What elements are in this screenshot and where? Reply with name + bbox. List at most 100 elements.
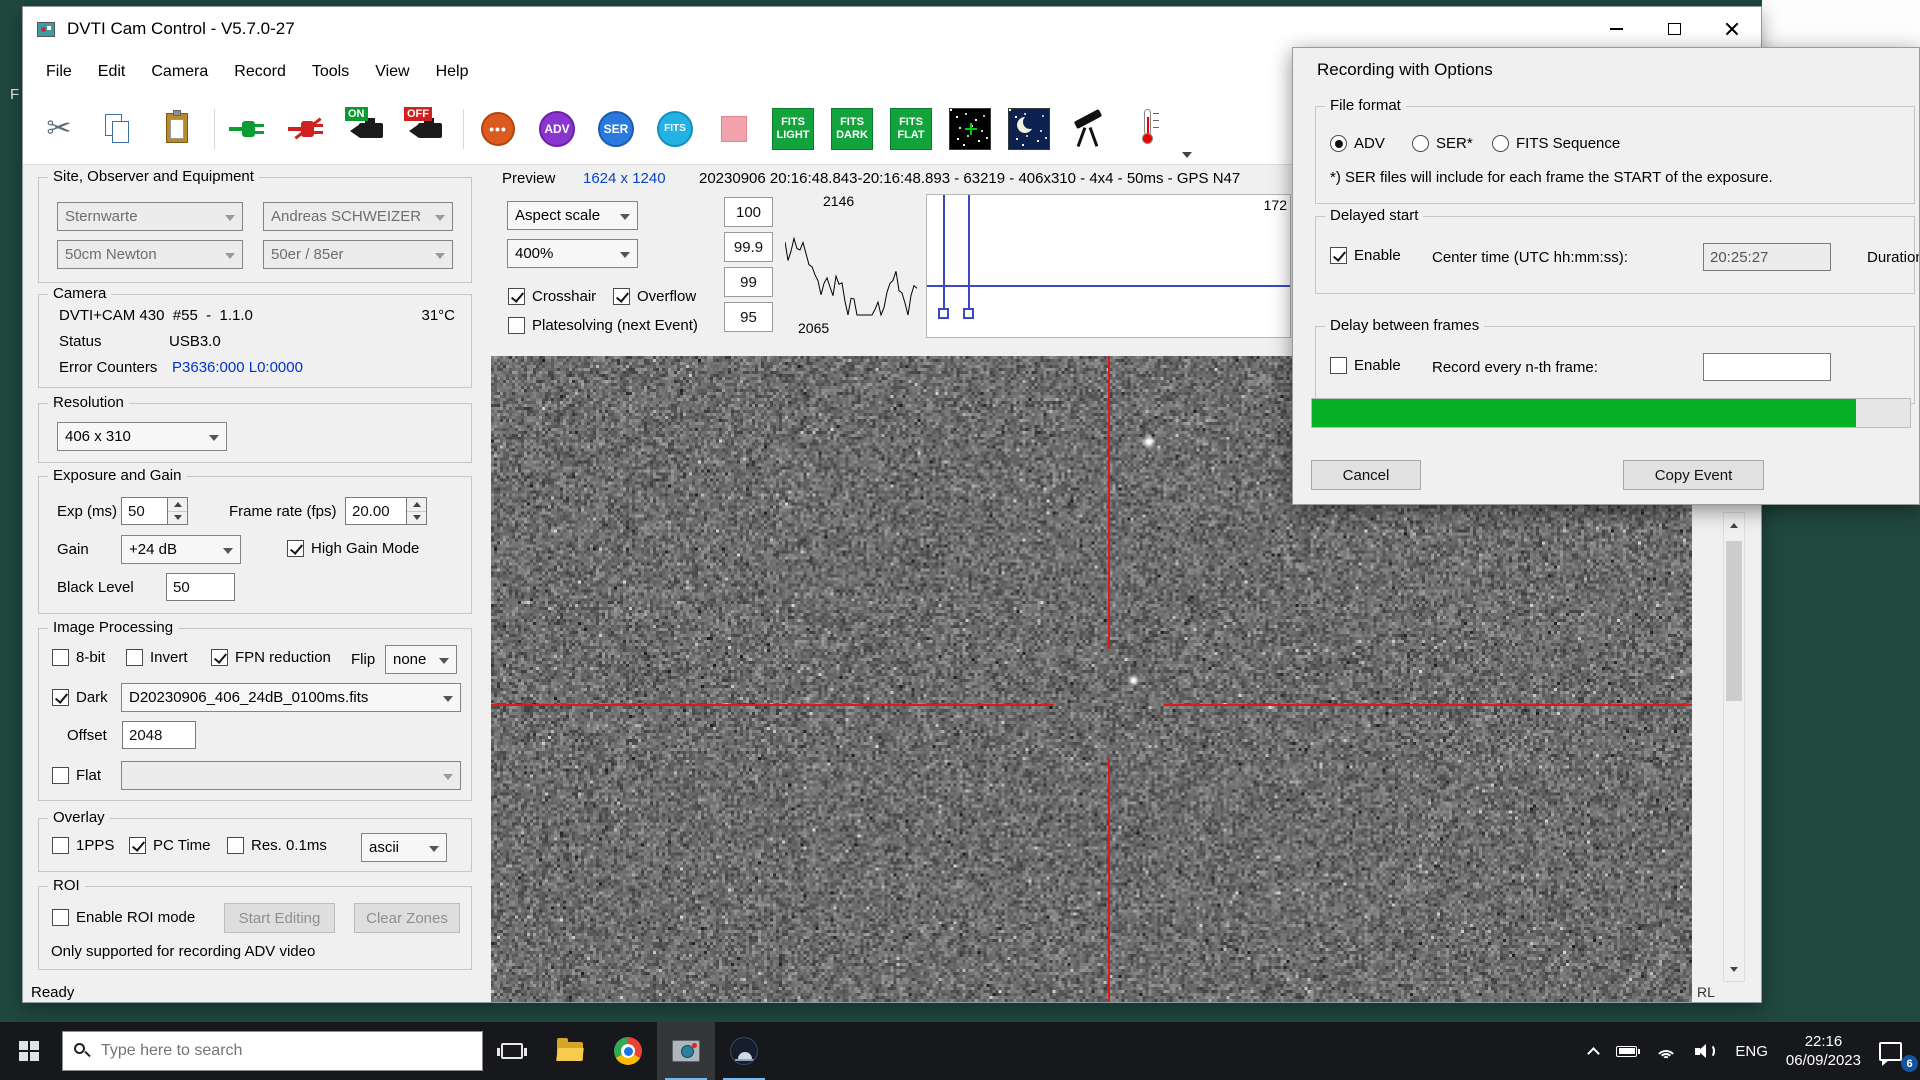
black-level-input[interactable] bbox=[166, 573, 235, 601]
action-center-button[interactable]: 6 bbox=[1870, 1022, 1920, 1080]
clock-button[interactable]: 22:16 06/09/2023 bbox=[1777, 1022, 1870, 1080]
level-99-box[interactable]: 99 bbox=[724, 267, 773, 297]
fits-flat-button[interactable]: FITSFLAT bbox=[887, 103, 935, 155]
fits-light-button[interactable]: FITSLIGHT bbox=[769, 103, 817, 155]
planetarium-app-button[interactable] bbox=[715, 1022, 773, 1080]
menu-record[interactable]: Record bbox=[221, 55, 299, 89]
menu-edit[interactable]: Edit bbox=[85, 55, 139, 89]
camera-status-label: Status bbox=[59, 333, 102, 350]
task-view-button[interactable] bbox=[483, 1022, 541, 1080]
exposure-input[interactable] bbox=[121, 497, 168, 525]
1pps-checkbox[interactable]: 1PPS bbox=[52, 837, 114, 854]
record-options-button[interactable]: ••• bbox=[474, 103, 522, 155]
minimize-button[interactable] bbox=[1587, 7, 1645, 51]
maximize-button[interactable] bbox=[1645, 7, 1703, 51]
res-01ms-checkbox[interactable]: Res. 0.1ms bbox=[227, 837, 327, 854]
toolbar-overflow-button[interactable] bbox=[1182, 152, 1192, 158]
paste-button[interactable] bbox=[153, 103, 201, 155]
search-input[interactable] bbox=[101, 1042, 472, 1060]
level-100-box[interactable]: 100 bbox=[724, 197, 773, 227]
start-editing-button[interactable]: Start Editing bbox=[224, 903, 335, 933]
fits-sequence-radio[interactable]: FITS Sequence bbox=[1492, 135, 1620, 152]
platesolving-checkbox[interactable]: Platesolving (next Event) bbox=[508, 317, 698, 334]
overflow-checkbox[interactable]: Overflow bbox=[613, 288, 696, 305]
copy-event-button[interactable]: Copy Event bbox=[1623, 460, 1764, 490]
observatory-dropdown[interactable]: Sternwarte bbox=[57, 202, 243, 231]
temperature-button[interactable] bbox=[1123, 103, 1171, 155]
telescope-button[interactable] bbox=[1064, 103, 1112, 155]
tray-expand-button[interactable] bbox=[1580, 1022, 1607, 1080]
start-button[interactable] bbox=[0, 1022, 58, 1080]
flat-checkbox[interactable]: Flat bbox=[52, 767, 101, 784]
dark-checkbox[interactable]: Dark bbox=[52, 689, 108, 706]
aspect-scale-dropdown[interactable]: Aspect scale bbox=[507, 201, 638, 230]
processing-group: Image Processing 8-bit Invert FPN reduct… bbox=[38, 628, 472, 801]
chrome-button[interactable] bbox=[599, 1022, 657, 1080]
resolution-dropdown[interactable]: 406 x 310 bbox=[57, 422, 227, 451]
offset-input[interactable] bbox=[122, 721, 196, 749]
ser-radio[interactable]: SER* bbox=[1412, 135, 1473, 152]
flip-dropdown[interactable]: none bbox=[385, 645, 457, 674]
volume-button[interactable] bbox=[1686, 1022, 1726, 1080]
connect-camera-button[interactable] bbox=[225, 103, 273, 155]
file-explorer-button[interactable] bbox=[541, 1022, 599, 1080]
dark-file-dropdown[interactable]: D20230906_406_24dB_0100ms.fits bbox=[121, 683, 461, 712]
cancel-button[interactable]: Cancel bbox=[1311, 460, 1421, 490]
menu-view[interactable]: View bbox=[362, 55, 422, 89]
gain-dropdown[interactable]: +24 dB bbox=[121, 535, 241, 564]
stop-recording-button[interactable] bbox=[710, 103, 758, 155]
framerate-stepper[interactable] bbox=[407, 497, 427, 525]
scroll-down-button[interactable] bbox=[1724, 957, 1744, 981]
pc-time-checkbox[interactable]: PC Time bbox=[129, 837, 211, 854]
camera-on-button[interactable]: ON bbox=[343, 103, 391, 155]
menu-file[interactable]: File bbox=[33, 55, 85, 89]
overlay-format-dropdown[interactable]: ascii bbox=[361, 833, 447, 862]
observer-dropdown[interactable]: Andreas SCHWEIZER bbox=[263, 202, 453, 231]
disconnect-camera-button[interactable] bbox=[284, 103, 332, 155]
language-button[interactable]: ENG bbox=[1726, 1022, 1777, 1080]
copy-button[interactable] bbox=[94, 103, 142, 155]
record-ser-button[interactable]: SER bbox=[592, 103, 640, 155]
zoom-dropdown[interactable]: 400% bbox=[507, 239, 638, 268]
cut-button[interactable]: ✂ bbox=[35, 103, 83, 155]
menu-tools[interactable]: Tools bbox=[299, 55, 362, 89]
optics-dropdown[interactable]: 50er / 85er bbox=[263, 240, 453, 269]
exposure-stepper[interactable] bbox=[168, 497, 188, 525]
8bit-checkbox[interactable]: 8-bit bbox=[52, 649, 105, 666]
scroll-up-button[interactable] bbox=[1724, 513, 1744, 537]
high-gain-checkbox[interactable]: High Gain Mode bbox=[287, 540, 419, 557]
crosshair-checkbox[interactable]: Crosshair bbox=[508, 288, 596, 305]
flat-file-dropdown[interactable] bbox=[121, 761, 461, 790]
fpn-reduction-checkbox[interactable]: FPN reduction bbox=[211, 649, 331, 666]
delay-frames-enable-checkbox[interactable]: Enable bbox=[1330, 357, 1401, 374]
scrollbar-thumb[interactable] bbox=[1726, 541, 1742, 701]
framerate-input[interactable] bbox=[345, 497, 407, 525]
close-button[interactable] bbox=[1703, 7, 1761, 51]
fits-dark-button[interactable]: FITSDARK bbox=[828, 103, 876, 155]
menu-camera[interactable]: Camera bbox=[138, 55, 221, 89]
taskbar-search[interactable] bbox=[62, 1031, 483, 1071]
record-fits-button[interactable]: FITS bbox=[651, 103, 699, 155]
preview-size-link[interactable]: 1624 x 1240 bbox=[583, 170, 666, 187]
dvti-app-icon bbox=[672, 1040, 700, 1062]
level-99-9-box[interactable]: 99.9 bbox=[724, 232, 773, 262]
delayed-start-enable-checkbox[interactable]: Enable bbox=[1330, 247, 1401, 264]
invert-checkbox[interactable]: Invert bbox=[126, 649, 188, 666]
telescope-dropdown[interactable]: 50cm Newton bbox=[57, 240, 243, 269]
preview-scrollbar[interactable] bbox=[1723, 512, 1745, 982]
adv-radio[interactable]: ADV bbox=[1330, 135, 1385, 152]
record-adv-button[interactable]: ADV bbox=[533, 103, 581, 155]
record-nth-input[interactable] bbox=[1703, 353, 1831, 381]
overlay-group: Overlay 1PPS PC Time Res. 0.1ms ascii bbox=[38, 818, 472, 872]
camera-off-button[interactable]: OFF bbox=[402, 103, 450, 155]
star-field-button[interactable] bbox=[946, 103, 994, 155]
battery-button[interactable] bbox=[1607, 1022, 1646, 1080]
dvti-app-button[interactable] bbox=[657, 1022, 715, 1080]
menu-help[interactable]: Help bbox=[423, 55, 482, 89]
enable-roi-checkbox[interactable]: Enable ROI mode bbox=[52, 909, 195, 926]
wifi-button[interactable] bbox=[1646, 1022, 1686, 1080]
clear-zones-button[interactable]: Clear Zones bbox=[354, 903, 460, 933]
night-sky-button[interactable] bbox=[1005, 103, 1053, 155]
level-95-box[interactable]: 95 bbox=[724, 302, 773, 332]
center-time-input[interactable] bbox=[1703, 243, 1831, 271]
